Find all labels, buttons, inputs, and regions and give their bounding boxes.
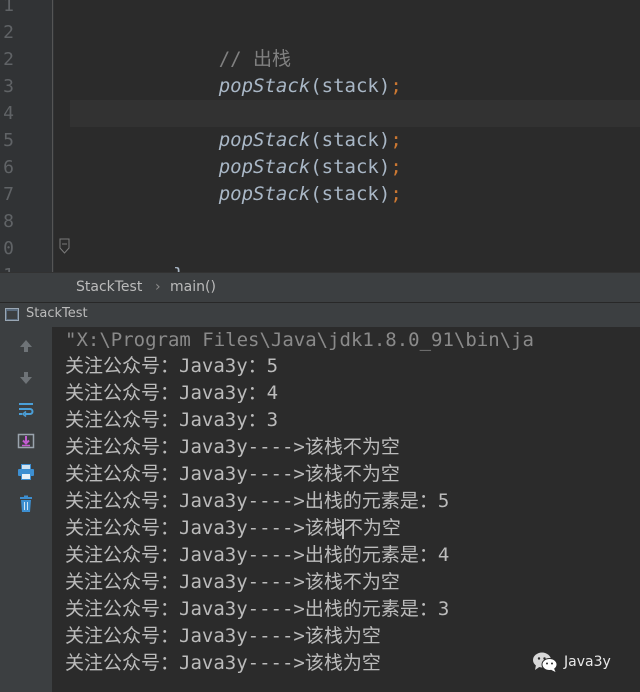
console-line-with-caret: 关注公众号：Java3y---->该栈不为空 [65, 515, 640, 542]
run-window-header: StackTest [0, 302, 640, 328]
up-arrow-icon [20, 340, 32, 352]
breadcrumb-method[interactable]: main() [170, 279, 216, 295]
line-number: 8 [3, 211, 14, 232]
wechat-logo-icon [533, 652, 558, 672]
scroll-to-end-button[interactable] [15, 430, 37, 452]
call-args: (stack) [310, 183, 391, 205]
console-text: 关注公众号：Java3y---->该栈 [65, 517, 343, 539]
code-line-brace: } [70, 235, 640, 286]
console-toolbar [0, 327, 52, 692]
line-number: 2 [3, 49, 14, 70]
console-line: 关注公众号：Java3y：5 [65, 355, 279, 377]
line-number: 5 [3, 130, 14, 151]
trash-icon [20, 495, 32, 512]
down-arrow-button[interactable] [15, 367, 37, 389]
console-line: 关注公众号：Java3y---->该栈不为空 [65, 463, 400, 485]
line-number-gutter: 1 2 2 3 4 5 6 7 8 0 1 [0, 0, 54, 286]
clear-all-button[interactable] [15, 493, 37, 515]
soft-wrap-icon [19, 403, 34, 418]
run-window-icon [5, 308, 19, 321]
line-number: 7 [3, 184, 14, 205]
run-window-title[interactable]: StackTest [26, 306, 88, 321]
breadcrumb-class[interactable]: StackTest [76, 279, 142, 295]
watermark-text: Java3y [564, 654, 611, 670]
console-line: 关注公众号：Java3y---->出栈的元素是：5 [65, 490, 450, 512]
run-console[interactable]: "X:\Program Files\Java\jdk1.8.0_91\bin\j… [53, 327, 640, 692]
print-icon [18, 464, 34, 480]
up-arrow-button[interactable] [15, 335, 37, 357]
print-button[interactable] [15, 461, 37, 483]
code-line: popStack(stack); [70, 73, 640, 124]
watermark: Java3y [532, 650, 611, 674]
code-line: popStack(stack); [70, 46, 640, 97]
line-number: 0 [3, 238, 14, 259]
breadcrumb: StackTest › main() [0, 272, 640, 303]
code-line: popStack(stack); [70, 154, 640, 205]
console-command-line: "X:\Program Files\Java\jdk1.8.0_91\bin\j… [65, 329, 534, 351]
soft-wrap-button[interactable] [15, 398, 37, 420]
code-editor[interactable]: 1 2 2 3 4 5 6 7 8 0 1 // 出栈 popStack(sta… [0, 0, 640, 286]
code-line: popStack(stack); [70, 127, 640, 178]
down-arrow-icon [20, 372, 32, 384]
method-call: popStack [218, 183, 311, 205]
scroll-to-end-icon [17, 433, 35, 449]
console-line: 关注公众号：Java3y---->该栈不为空 [65, 436, 400, 458]
line-number: 4 [3, 103, 14, 124]
semicolon: ; [390, 183, 402, 205]
console-line: 关注公众号：Java3y---->该栈不为空 [65, 571, 400, 593]
line-number: 2 [3, 22, 14, 43]
line-number: 3 [3, 76, 14, 97]
gutter-divider [52, 0, 53, 272]
console-line: 关注公众号：Java3y：3 [65, 409, 279, 431]
code-line-current: popStack(stack); [70, 100, 640, 151]
console-line: 关注公众号：Java3y---->出栈的元素是：3 [65, 598, 450, 620]
code-line-comment: // 出栈 [70, 19, 640, 70]
fold-marker-icon[interactable] [59, 238, 70, 254]
breadcrumb-separator: › [155, 279, 161, 295]
console-line: 关注公众号：Java3y---->出栈的元素是：4 [65, 544, 450, 566]
line-number: 6 [3, 157, 14, 178]
console-text: 不为空 [343, 517, 401, 539]
console-line: 关注公众号：Java3y---->该栈为空 [65, 625, 381, 647]
console-line: 关注公众号：Java3y：4 [65, 382, 279, 404]
line-number: 1 [3, 0, 14, 16]
